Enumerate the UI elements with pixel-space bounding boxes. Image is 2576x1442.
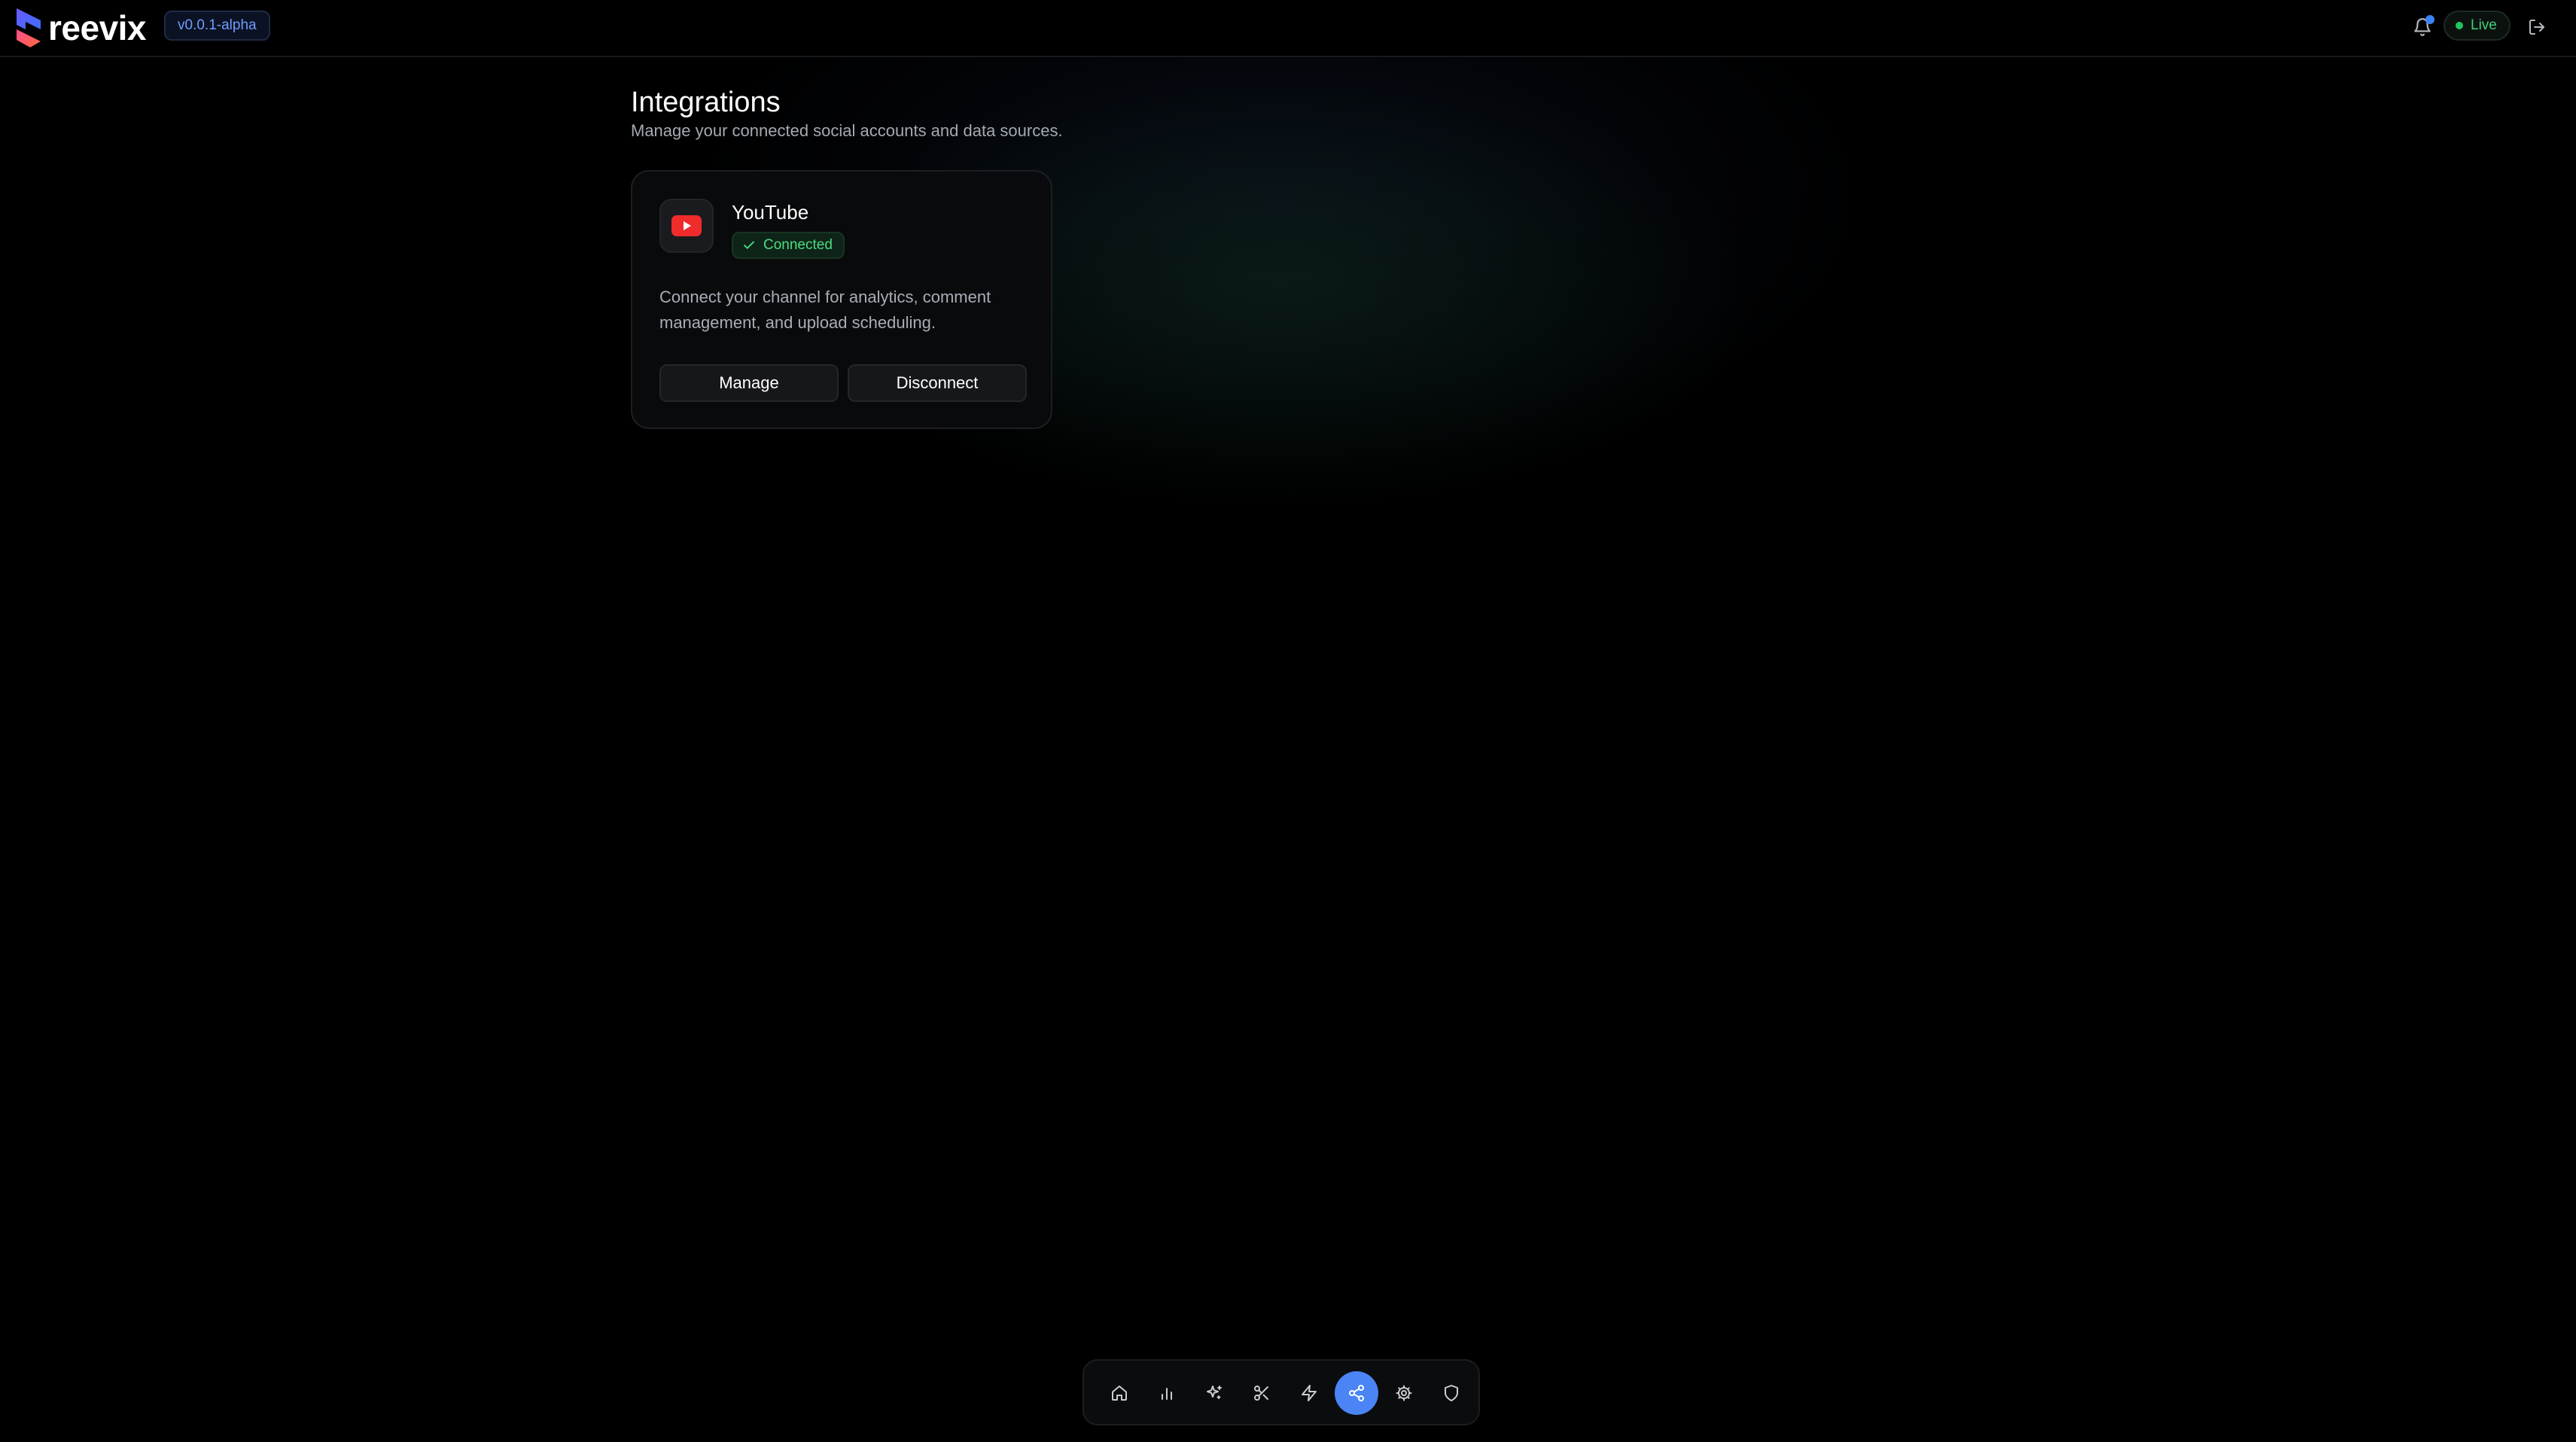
scissors-icon bbox=[1254, 1386, 1268, 1401]
sparkles-icon bbox=[1207, 1386, 1222, 1399]
youtube-logo-tile bbox=[659, 199, 714, 253]
shield-icon bbox=[1445, 1385, 1458, 1401]
connection-status-badge: Connected bbox=[732, 232, 845, 259]
brand[interactable]: reevix bbox=[15, 5, 147, 51]
app-page: reevix v0.0.1-alpha Live Integrations Ma… bbox=[0, 0, 2576, 1442]
dock-item-home[interactable] bbox=[1098, 1371, 1141, 1415]
live-status-label: Live bbox=[2471, 17, 2497, 33]
dock-item-integrations[interactable] bbox=[1335, 1371, 1378, 1415]
logout-icon bbox=[2529, 20, 2544, 35]
bar-chart-icon bbox=[1162, 1388, 1172, 1400]
disconnect-button[interactable]: Disconnect bbox=[848, 364, 1027, 402]
dock-item-automations[interactable] bbox=[1287, 1371, 1331, 1415]
integration-name: YouTube bbox=[732, 201, 809, 224]
page-subtitle: Manage your connected social accounts an… bbox=[631, 121, 1063, 140]
live-dot bbox=[2456, 22, 2463, 29]
notification-dot bbox=[2425, 15, 2434, 24]
page-title: Integrations bbox=[631, 87, 781, 118]
settings-icon bbox=[1396, 1385, 1412, 1401]
notifications-button[interactable] bbox=[2407, 12, 2437, 42]
home-icon bbox=[1112, 1386, 1127, 1401]
integration-description: Connect your channel for analytics, comm… bbox=[659, 287, 991, 332]
dock-item-ai[interactable] bbox=[1192, 1371, 1236, 1415]
bottom-dock bbox=[1082, 1359, 1480, 1425]
zap-icon bbox=[1302, 1385, 1317, 1401]
dock-item-settings[interactable] bbox=[1382, 1371, 1426, 1415]
integration-card-youtube: YouTube Connected Connect your channel f… bbox=[631, 170, 1052, 429]
version-badge: v0.0.1-alpha bbox=[164, 11, 270, 41]
dock-item-analytics[interactable] bbox=[1145, 1371, 1189, 1415]
connection-status-label: Connected bbox=[763, 237, 833, 253]
top-bar: reevix v0.0.1-alpha Live bbox=[0, 0, 2576, 57]
youtube-icon bbox=[671, 215, 702, 236]
logout-button[interactable] bbox=[2522, 12, 2552, 42]
reevix-logo-icon bbox=[17, 8, 41, 47]
check-icon bbox=[744, 241, 754, 249]
dock-item-clips[interactable] bbox=[1240, 1371, 1283, 1415]
dock-item-security[interactable] bbox=[1430, 1371, 1473, 1415]
share-icon bbox=[1349, 1385, 1364, 1401]
brand-name: reevix bbox=[48, 8, 147, 47]
live-status-badge: Live bbox=[2444, 11, 2511, 41]
manage-button[interactable]: Manage bbox=[659, 364, 839, 402]
